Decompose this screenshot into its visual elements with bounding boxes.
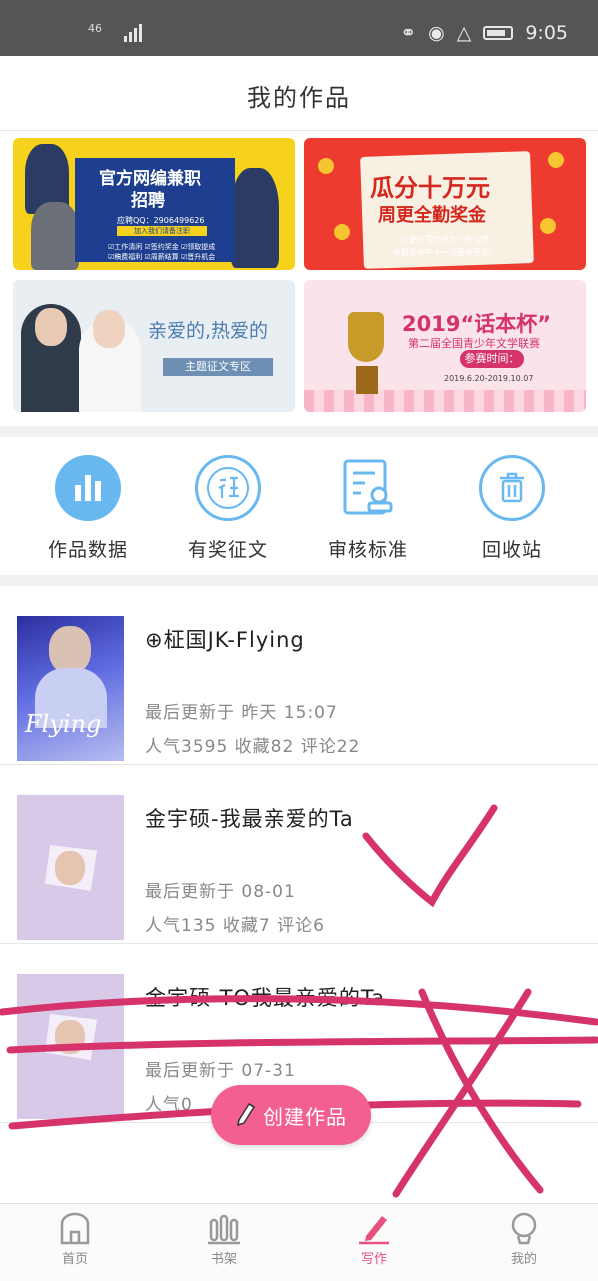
banner-theme-contest[interactable]: 亲爱的,热爱的 主题征文专区 [13, 280, 295, 412]
menu-label: 有奖征文 [187, 539, 268, 561]
work-title: 金宇硕-我最亲爱的Ta [145, 807, 354, 831]
banner-qq: 应聘QQ：2906499626 [117, 216, 205, 225]
page-title: 我的作品 [247, 84, 351, 112]
banner-tag: 参赛时间： [460, 350, 524, 368]
banner-subtitle: 第二届全国青少年文学联赛 [408, 337, 540, 350]
bottom-tab-bar: 首页 书架 写作 我的 [0, 1203, 598, 1281]
work-stats: 人气135 收藏7 评论6 [145, 916, 325, 936]
illustration-face [93, 310, 125, 348]
cover-face [49, 626, 91, 674]
work-title: 金宇硕-TO我最亲爱的Ta [145, 986, 386, 1010]
profile-icon [511, 1212, 537, 1245]
work-updated: 最后更新于 08-01 [145, 882, 296, 902]
cover-face [55, 851, 85, 885]
write-icon [359, 1216, 389, 1245]
clock: 9:05 [525, 22, 568, 44]
pencil-icon [235, 1100, 257, 1131]
mute-icon: △ [456, 22, 472, 44]
section-divider [0, 575, 598, 586]
section-divider [0, 426, 598, 437]
cover-title: Flying [25, 710, 102, 738]
work-cover [17, 795, 124, 940]
banner-grid: 官方网编兼职 招聘 应聘QQ：2906499626 加入我们请备注职 ☑工作清闲… [0, 131, 598, 426]
status-bar: 46 ⚭ ◉ △ 9:05 [0, 0, 598, 56]
tab-label: 我的 [510, 1252, 537, 1267]
tab-label: 首页 [61, 1252, 88, 1267]
trash-icon [479, 455, 545, 521]
zheng-badge-icon [195, 455, 261, 521]
work-updated: 最后更新于 昨天 15:07 [145, 703, 338, 723]
banner-line: 每周五中午十一点更新开奖！ [393, 248, 497, 257]
illustration-person [231, 168, 279, 268]
create-work-label: 创建作品 [263, 1104, 347, 1129]
network-type: 46 [88, 22, 102, 35]
tab-label: 写作 [360, 1252, 387, 1267]
menu-label: 回收站 [481, 539, 542, 561]
menu-item-work-data[interactable]: 作品数据 [28, 455, 148, 562]
bar-chart-icon [55, 455, 121, 521]
review-document-icon [335, 455, 401, 521]
signal-icon [124, 24, 144, 42]
banner-huaben-cup[interactable]: 2019“话本杯” 第二届全国青少年文学联赛 参赛时间： 2019.6.20-2… [304, 280, 586, 412]
banner-points: ☑工作清闲 ☑签约奖金 ☑领取提成 ☑稿费福利 ☑周薪结算 ☑晋升机会 [108, 243, 216, 261]
banner-date: 2019.6.20-2019.10.07 [444, 374, 534, 383]
home-icon [60, 1212, 90, 1245]
tab-label: 书架 [210, 1252, 237, 1267]
tab-bookshelf[interactable]: 书架 [174, 1210, 274, 1267]
coin-icon [548, 152, 564, 168]
menu-label: 审核标准 [327, 539, 408, 561]
work-stats: 人气0 [145, 1095, 193, 1115]
cover-face [55, 1020, 85, 1054]
illustration-person [31, 202, 79, 270]
banner-title: 瓜分十万元 [370, 174, 490, 202]
menu-item-review-standard[interactable]: 审核标准 [308, 455, 428, 562]
work-updated: 最后更新于 07-31 [145, 1061, 296, 1081]
illustration-face [35, 308, 67, 346]
trophy-base [356, 366, 378, 394]
banner-title: 亲爱的,热爱的 [148, 320, 269, 342]
tab-home[interactable]: 首页 [25, 1210, 125, 1267]
tab-write[interactable]: 写作 [324, 1210, 424, 1267]
coin-icon [318, 158, 334, 174]
banner-subtitle: 招聘 [131, 191, 165, 211]
work-cover: Flying [17, 616, 124, 761]
banner-weekly-bonus[interactable]: 瓜分十万元 周更全勤奖金 让更好写作成为一种习惯 每周五中午十一点更新开奖！ [304, 138, 586, 270]
work-cover [17, 974, 124, 1119]
work-item[interactable]: Flying ⊕柾国JK-Flying 最后更新于 昨天 15:07 人气359… [0, 586, 598, 765]
create-work-button[interactable]: 创建作品 [211, 1085, 371, 1145]
menu-item-recycle-bin[interactable]: 回收站 [452, 455, 572, 562]
banner-tag: 加入我们请备注职 [117, 226, 207, 236]
work-stats: 人气3595 收藏82 评论22 [145, 737, 361, 757]
coin-icon [540, 218, 556, 234]
title-bar: 我的作品 [0, 56, 598, 131]
headphones-icon: ⚭ [400, 22, 417, 44]
bookshelf-icon [208, 1214, 240, 1245]
work-item[interactable]: 金宇硕-我最亲爱的Ta 最后更新于 08-01 人气135 收藏7 评论6 [0, 765, 598, 944]
banner-line: 让更好写作成为一种习惯 [401, 235, 489, 244]
menu-item-contest[interactable]: 有奖征文 [168, 455, 288, 562]
work-title: ⊕柾国JK-Flying [145, 628, 305, 652]
banner-subtitle: 周更全勤奖金 [378, 205, 486, 226]
battery-icon [483, 26, 514, 40]
banner-stripe [304, 390, 586, 412]
banner-editor-recruit[interactable]: 官方网编兼职 招聘 应聘QQ：2906499626 加入我们请备注职 ☑工作清闲… [13, 138, 295, 270]
banner-title: 2019“话本杯” [402, 312, 552, 336]
quick-menu: 作品数据 有奖征文 审核标准 回收站 [0, 437, 598, 575]
menu-label: 作品数据 [47, 539, 128, 561]
tab-profile[interactable]: 我的 [474, 1210, 574, 1267]
eye-icon: ◉ [428, 22, 445, 44]
banner-tag: 主题征文专区 [163, 358, 273, 376]
trophy-icon [348, 312, 384, 362]
